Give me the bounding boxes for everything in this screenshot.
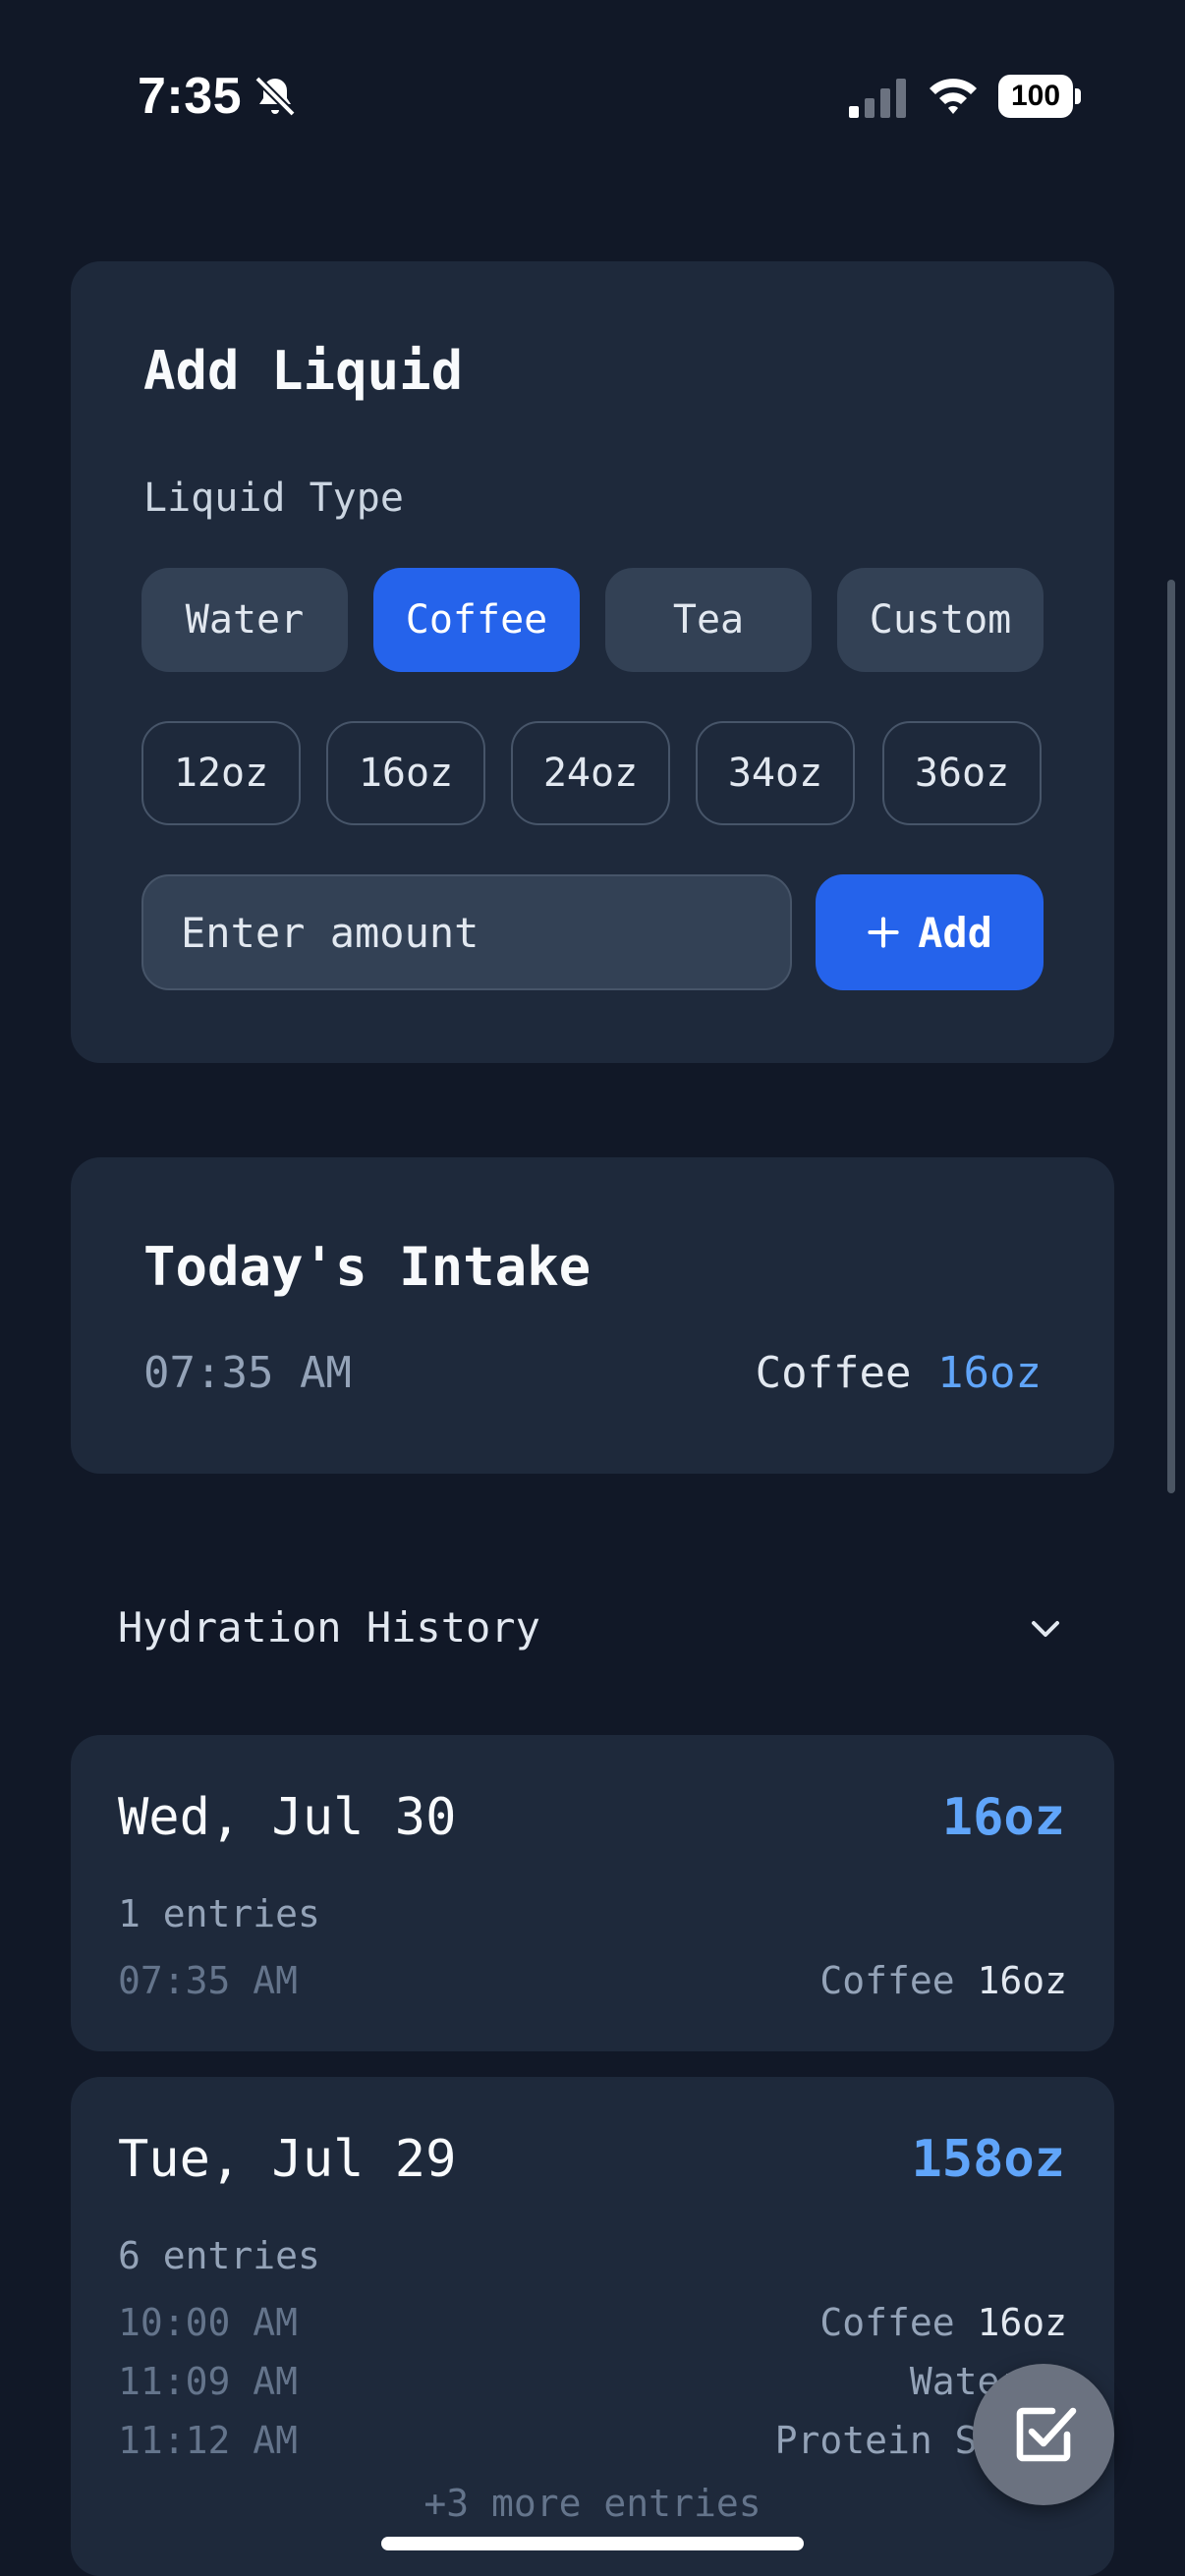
size-12oz-button[interactable]: 12oz <box>141 721 301 825</box>
entry-time: 11:09 AM <box>118 2360 299 2403</box>
entry-liquid: Coffee <box>755 1348 912 1398</box>
plus-icon <box>868 917 899 948</box>
type-water-button[interactable]: Water <box>141 568 348 672</box>
entry-time: 10:00 AM <box>118 2301 299 2344</box>
amount-input[interactable] <box>141 874 792 990</box>
add-button-label: Add <box>918 908 992 957</box>
wifi-icon <box>930 79 977 114</box>
battery-level: 100 <box>1010 80 1061 112</box>
day-total: 158oz <box>911 2130 1065 2189</box>
type-coffee-button[interactable]: Coffee <box>373 568 580 672</box>
list-item: 11:09 AM Water 3 <box>118 2360 1067 2409</box>
status-time: 7:35 <box>138 68 243 125</box>
add-liquid-card: Add Liquid Liquid Type Water Coffee Tea … <box>71 261 1114 1063</box>
entry-amount: 16oz <box>977 1959 1067 2002</box>
home-indicator[interactable] <box>381 2537 804 2550</box>
list-item: 10:00 AM Coffee 16oz <box>118 2301 1067 2350</box>
add-button[interactable]: Add <box>816 874 1044 990</box>
entry-time: 07:35 AM <box>143 1348 352 1398</box>
todays-intake-card: Today's Intake 07:35 AM Coffee 16oz <box>71 1157 1114 1474</box>
day-entry-count: 1 entries <box>118 1892 320 1935</box>
history-day-card[interactable]: Tue, Jul 29 158oz 6 entries 10:00 AM Cof… <box>71 2077 1114 2576</box>
entry-description: Coffee 16oz <box>819 1959 1067 2002</box>
checkbox-icon <box>1016 2407 1077 2462</box>
section-title: Hydration History <box>118 1603 540 1652</box>
day-entry-count: 6 entries <box>118 2234 320 2277</box>
entry-time: 07:35 AM <box>118 1959 299 2002</box>
entry-amount: 16oz <box>977 2301 1067 2344</box>
card-title: Today's Intake <box>143 1236 592 1298</box>
size-36oz-button[interactable]: 36oz <box>882 721 1042 825</box>
app-screen: 7:35 100 Add Liquid Liquid Type Water Co… <box>0 0 1185 2576</box>
bell-slash-icon <box>254 76 296 117</box>
chevron-down-icon <box>1032 1621 1059 1637</box>
entry-description: Coffee 16oz <box>756 1348 1042 1398</box>
history-day-card[interactable]: Wed, Jul 30 16oz 1 entries 07:35 AM Coff… <box>71 1735 1114 2051</box>
scrollbar[interactable] <box>1167 580 1175 1493</box>
size-16oz-button[interactable]: 16oz <box>326 721 485 825</box>
liquid-type-label: Liquid Type <box>143 476 404 521</box>
entry-amount: 16oz <box>937 1348 1042 1398</box>
status-bar: 7:35 100 <box>0 0 1185 196</box>
size-34oz-button[interactable]: 34oz <box>696 721 855 825</box>
size-24oz-button[interactable]: 24oz <box>511 721 670 825</box>
day-date: Wed, Jul 30 <box>118 1788 457 1847</box>
type-custom-button[interactable]: Custom <box>837 568 1044 672</box>
card-title: Add Liquid <box>143 340 464 402</box>
entry-time: 11:12 AM <box>118 2419 299 2462</box>
check-fab-button[interactable] <box>973 2364 1114 2505</box>
entry-description: Coffee 16oz <box>819 2301 1067 2344</box>
signal-icon <box>849 79 906 118</box>
battery-icon: 100 <box>998 75 1081 118</box>
hydration-history-toggle[interactable]: Hydration History <box>71 1584 1114 1672</box>
day-date: Tue, Jul 29 <box>118 2130 457 2189</box>
day-total: 16oz <box>941 1788 1065 1847</box>
list-item: 11:12 AM Protein Shake <box>118 2419 1067 2468</box>
entry-liquid: Coffee <box>819 2301 955 2344</box>
more-entries-text: +3 more entries <box>423 2482 762 2525</box>
type-tea-button[interactable]: Tea <box>605 568 812 672</box>
list-item: 07:35 AM Coffee 16oz <box>118 1959 1067 2008</box>
entry-liquid: Coffee <box>819 1959 955 2002</box>
